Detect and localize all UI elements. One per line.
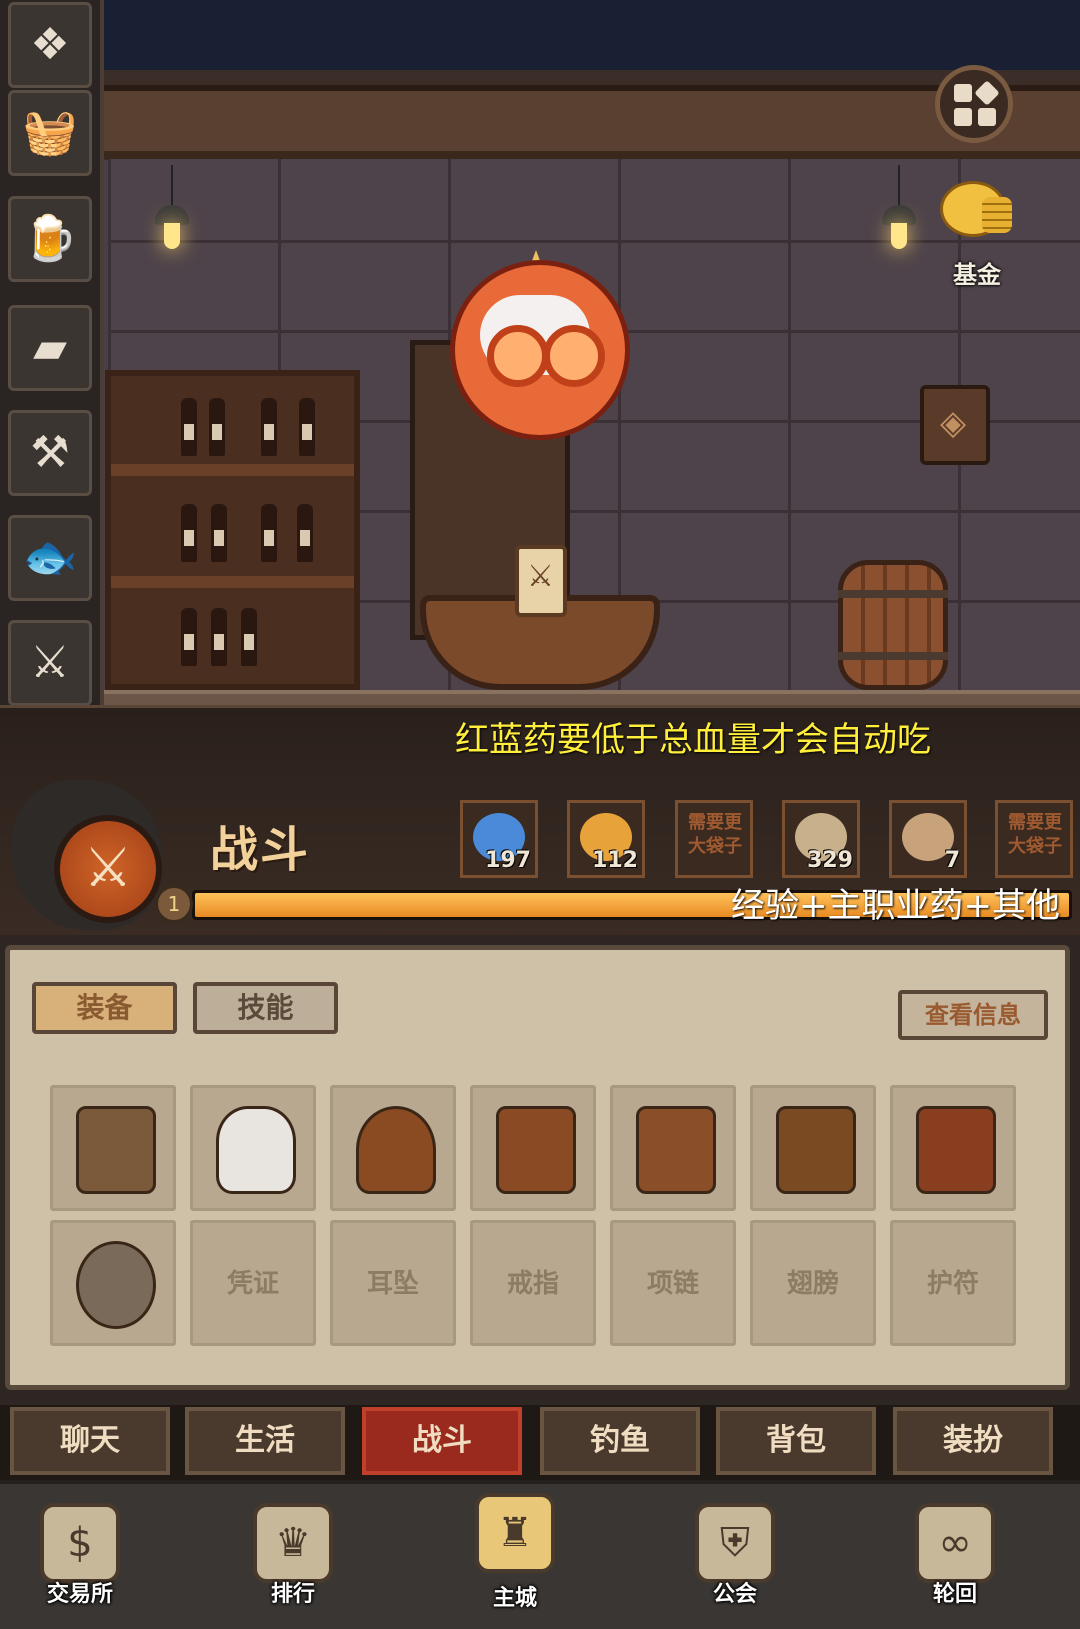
money-bag-icon: $ [40,1503,120,1583]
equipment-slot[interactable]: 护符 [890,1220,1016,1346]
slot-label: 凭证 [226,1269,279,1299]
fund-label: 基金 [953,261,1001,289]
slot-label: 戒指 [506,1269,559,1299]
consumable-slot[interactable]: 7 [889,800,967,878]
castle-icon: ♜ [475,1493,555,1573]
need-bigger-bag-text: 需要更大袋子 [688,812,742,857]
nav-trophy[interactable]: ♛ 排行 [238,1498,348,1608]
nav-money-bag[interactable]: $ 交易所 [25,1498,135,1608]
consumable-slot[interactable]: 112 [567,800,645,878]
fund-button[interactable] [932,175,1022,245]
equipment-slot[interactable] [190,1085,316,1211]
leather-vest-icon [636,1106,716,1194]
nav-label: 公会 [712,1582,757,1607]
equipment-slot[interactable]: 翅膀 [750,1220,876,1346]
tab-1[interactable]: 生活 [185,1407,345,1475]
feathered-hat-icon [356,1106,436,1194]
view-info-button[interactable]: 查看信息 [898,990,1048,1040]
wall-sign-icon[interactable] [920,385,990,465]
tab-equipment[interactable]: 装备 [32,982,177,1034]
crossed-swords-icon[interactable]: ⚔ [54,815,162,923]
slot-label: 项链 [646,1269,699,1299]
need-bigger-bag-text: 需要更大袋子 [1008,812,1062,857]
gold-bars-icon[interactable]: ▰ [8,305,92,391]
class-potion-cup-icon [515,545,567,617]
lion-dance-pet[interactable] [425,250,645,450]
leather-shorts-icon [776,1106,856,1194]
tab-4[interactable]: 背包 [716,1407,876,1475]
tip-slot-note: 经验+主职业药+其他 [731,886,1060,926]
tip-potion-note: 红蓝药要低于总血量才会自动吃 [455,720,931,760]
knot-emblem-icon[interactable]: ❖ [8,2,92,88]
item-count: 329 [807,848,853,873]
equipment-slot[interactable] [470,1085,596,1211]
wine-shelf [105,370,360,690]
equipment-slot[interactable]: 戒指 [470,1220,596,1346]
mode-title: 战斗 [210,822,311,878]
tab-2[interactable]: 战斗 [362,1407,522,1475]
tab-3[interactable]: 钓鱼 [540,1407,700,1475]
grid-menu-icon[interactable] [935,65,1013,143]
item-count: 197 [485,848,531,873]
cloth-bag-icon [216,1106,296,1194]
nav-castle[interactable]: ♜ 主城 [460,1488,570,1611]
consumable-slot[interactable]: 197 [460,800,538,878]
fish-icon[interactable]: 🐟 [8,515,92,601]
nav-guild-shield[interactable]: ⛨ 公会 [680,1498,790,1608]
slot-label: 耳坠 [366,1269,419,1299]
hammer-icon[interactable]: ⚒ [8,410,92,496]
nav-label: 主城 [492,1586,537,1611]
locked-slot[interactable]: 需要更大袋子 [675,800,753,878]
slot-label: 护符 [926,1269,979,1299]
level-badge: 1 [155,885,193,923]
equipment-slot[interactable]: 凭证 [190,1220,316,1346]
guild-shield-icon: ⛨ [695,1503,775,1583]
tab-skills[interactable]: 技能 [193,982,338,1034]
tab-0[interactable]: 聊天 [10,1407,170,1475]
hanging-lamp-left [155,165,189,265]
slot-label: 翅膀 [786,1269,839,1299]
nav-infinity[interactable]: ∞ 轮回 [900,1498,1010,1608]
equipment-slot[interactable] [330,1085,456,1211]
tab-5[interactable]: 装扮 [893,1407,1053,1475]
leather-bracer-icon [496,1106,576,1194]
consumable-slot[interactable]: 329 [782,800,860,878]
ceiling-beam [100,85,1080,159]
equipment-slot[interactable]: 项链 [610,1220,736,1346]
equipment-slot[interactable]: 耳坠 [330,1220,456,1346]
beer-mug-icon[interactable]: 🍺 [8,196,92,282]
equipment-slot[interactable] [750,1085,876,1211]
equipment-slot[interactable] [890,1085,1016,1211]
medallion-icon [76,1241,156,1329]
hanging-lamp-right [882,165,916,265]
equipment-slot[interactable] [50,1085,176,1211]
barrel [838,560,948,690]
crossed-swords-icon[interactable]: ⚔ [8,620,92,706]
leather-boot-icon [916,1106,996,1194]
item-count: 7 [944,848,960,873]
nav-label: 排行 [270,1582,315,1607]
item-count: 112 [592,848,638,873]
locked-slot[interactable]: 需要更大袋子 [995,800,1073,878]
nav-label: 交易所 [46,1582,113,1607]
infinity-icon: ∞ [915,1503,995,1583]
tavern-scene: 基金 [0,0,1080,760]
food-basket-icon[interactable]: 🧺 [8,90,92,176]
left-sidebar: ❖ 🧺 🍺 ▰ ⚒ 🐟 ⚔ [0,0,104,706]
crossbow-icon [76,1106,156,1194]
equipment-slot[interactable] [50,1220,176,1346]
nav-label: 轮回 [932,1582,977,1607]
trophy-icon: ♛ [253,1503,333,1583]
equipment-slot[interactable] [610,1085,736,1211]
